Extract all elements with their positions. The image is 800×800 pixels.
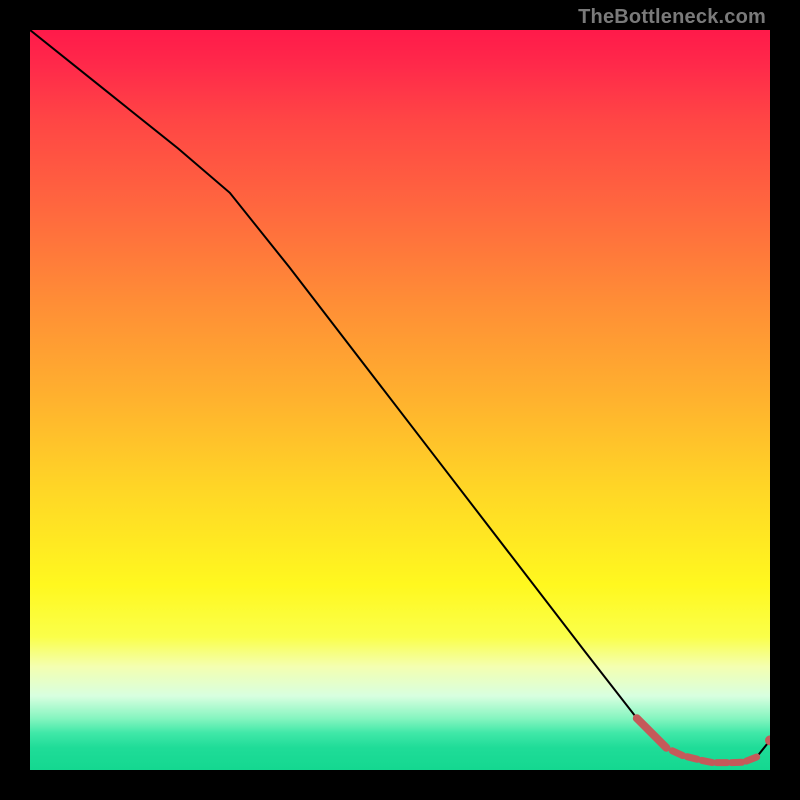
curve-markers — [637, 718, 770, 762]
chart-root: TheBottleneck.com — [0, 0, 800, 800]
chart-svg — [30, 30, 770, 770]
highlight-dash — [672, 751, 682, 756]
highlight-segment — [637, 718, 667, 748]
highlight-dash — [746, 757, 756, 761]
highlight-dash — [702, 760, 712, 762]
watermark-text: TheBottleneck.com — [578, 6, 766, 29]
bottleneck-curve — [30, 30, 770, 763]
end-dot — [765, 735, 770, 745]
highlight-dash — [687, 757, 697, 760]
